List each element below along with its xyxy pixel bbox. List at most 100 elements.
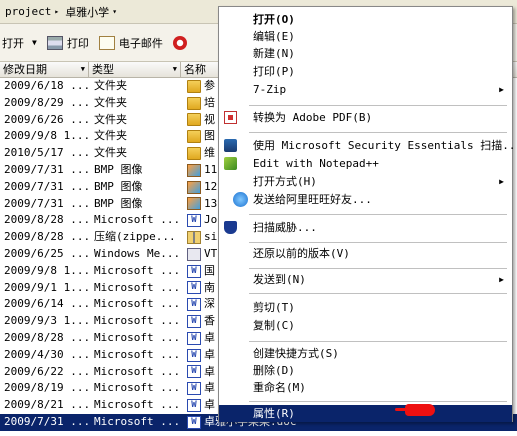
file-name-cell: 卓 (187, 347, 215, 364)
menu-item-scan-threats[interactable]: 扫描威胁... (219, 219, 512, 236)
file-name: 深 (204, 297, 215, 311)
file-type: Microsoft ... (94, 414, 180, 428)
file-name-cell: 视 (187, 112, 215, 129)
file-name-cell: 卓 (187, 397, 215, 414)
menu-item-send-to[interactable]: 发送到(N) ▶ (219, 271, 512, 288)
doc-icon (187, 415, 201, 429)
file-date: 2009/7/31 ... (4, 162, 89, 176)
breadcrumb-folder[interactable]: 卓雅小学 (65, 4, 109, 20)
doc-icon (187, 365, 201, 379)
doc-icon (187, 264, 201, 278)
file-name: 12 (204, 179, 218, 193)
menu-item-convert-pdf[interactable]: 转换为 Adobe PDF(B) (219, 109, 512, 126)
menu-item-notepad[interactable]: Edit with Notepad++ (219, 155, 512, 172)
menu-item-print[interactable]: 打印(P) (219, 63, 512, 80)
chevron-right-icon: ▶ (499, 85, 504, 94)
doc-icon (187, 348, 201, 362)
chevron-right-icon[interactable]: ▸ (54, 7, 59, 16)
bmp-icon (187, 197, 201, 211)
file-name: VT (204, 246, 218, 260)
doc-icon (187, 399, 201, 413)
media-icon (187, 247, 201, 261)
file-name: 13 (204, 196, 218, 210)
column-header-date-label: 修改日期 (3, 63, 47, 76)
file-type: Windows Me... (94, 246, 180, 260)
menu-item-properties[interactable]: 属性(R) (219, 405, 512, 422)
notepad-icon (224, 157, 237, 170)
file-date: 2009/8/28 ... (4, 330, 89, 344)
printer-icon (46, 35, 63, 50)
file-name: Jo (204, 213, 218, 227)
file-type: BMP 图像 (94, 196, 143, 210)
open-button-label: 打开 (2, 36, 24, 50)
chevron-down-icon[interactable]: ▾ (112, 7, 117, 16)
pdf-icon (224, 111, 237, 124)
open-button[interactable]: 打开 ▼ (2, 31, 37, 55)
menu-item-send-to-label: 发送到(N) (253, 273, 306, 286)
menu-item-edit[interactable]: 编辑(E) (219, 28, 512, 45)
file-type: Microsoft ... (94, 314, 180, 328)
print-button[interactable]: 打印 (46, 31, 89, 55)
file-type: BMP 图像 (94, 179, 143, 193)
file-type: Microsoft ... (94, 297, 180, 311)
burn-button[interactable] (172, 31, 191, 55)
bmp-icon (187, 163, 201, 177)
menu-item-new[interactable]: 新建(N) (219, 45, 512, 62)
file-name-cell: 深 (187, 296, 215, 313)
menu-separator (249, 401, 507, 402)
menu-item-create-shortcut[interactable]: 创建快捷方式(S) (219, 345, 512, 362)
file-type: BMP 图像 (94, 162, 143, 176)
file-name-cell: VT (187, 246, 217, 263)
menu-item-copy[interactable]: 复制(C) (219, 317, 512, 334)
context-menu: 打开(O) 编辑(E) 新建(N) 打印(P) 7-Zip ▶ 转换为 Adob… (218, 6, 517, 422)
file-type: 文件夹 (94, 79, 127, 92)
file-type: Microsoft ... (94, 364, 180, 378)
menu-item-scan-threats-label: 扫描威胁... (253, 221, 317, 234)
menu-item-open-with-label: 打开方式(H) (253, 175, 317, 188)
menu-item-delete[interactable]: 删除(D) (219, 362, 512, 379)
folder-icon (187, 96, 201, 110)
bmp-icon (187, 180, 201, 194)
file-type: Microsoft ... (94, 280, 180, 294)
file-name: 香 (204, 314, 215, 328)
file-date: 2010/5/17 ... (4, 146, 89, 160)
file-name-cell: 卓 (187, 364, 215, 381)
envelope-icon (98, 35, 115, 50)
file-name-cell: 维 (187, 145, 215, 162)
file-name: 卓 (204, 381, 215, 395)
column-header-date[interactable]: 修改日期 ▼ (0, 62, 89, 78)
file-name: 视 (204, 112, 215, 126)
menu-item-rename[interactable]: 重命名(M) (219, 379, 512, 396)
file-name: 11 (204, 162, 218, 176)
file-date: 2009/8/21 ... (4, 398, 89, 412)
breadcrumb-project[interactable]: project (5, 5, 51, 18)
menu-item-mse-scan[interactable]: 使用 Microsoft Security Essentials 扫描... (219, 137, 517, 154)
chevron-down-icon[interactable]: ▼ (32, 38, 37, 47)
email-button[interactable]: 电子邮件 (98, 31, 163, 55)
disc-icon (172, 35, 187, 50)
file-date: 2009/7/31 ... (4, 196, 89, 210)
file-name-cell: si (187, 229, 217, 246)
menu-item-cut[interactable]: 剪切(T) (219, 299, 512, 316)
file-date: 2009/6/14 ... (4, 297, 89, 311)
file-name: 卓 (204, 398, 215, 412)
file-date: 2009/7/31 ... (4, 179, 89, 193)
folder-icon (187, 79, 201, 93)
menu-separator (249, 293, 507, 294)
menu-item-send-wangwang-label: 发送给阿里旺旺好友... (253, 193, 372, 206)
chevron-down-icon[interactable]: ▼ (81, 62, 85, 77)
menu-item-open[interactable]: 打开(O) (219, 11, 512, 28)
menu-item-send-wangwang[interactable]: 发送给阿里旺旺好友... (219, 191, 512, 208)
menu-item-open-with[interactable]: 打开方式(H) ▶ (219, 173, 512, 190)
menu-item-7zip[interactable]: 7-Zip ▶ (219, 81, 512, 98)
menu-item-restore-versions[interactable]: 还原以前的版本(V) (219, 245, 512, 262)
zip-icon (187, 231, 201, 245)
file-name-cell: 香 (187, 313, 215, 330)
folder-icon (187, 113, 201, 127)
column-header-name-label: 名称 (184, 63, 206, 76)
menu-separator (249, 105, 507, 106)
file-date: 2009/9/8 1... (4, 129, 89, 143)
folder-icon (187, 147, 201, 161)
chevron-down-icon[interactable]: ▼ (173, 62, 177, 77)
column-header-type[interactable]: 类型 ▼ (89, 62, 181, 78)
